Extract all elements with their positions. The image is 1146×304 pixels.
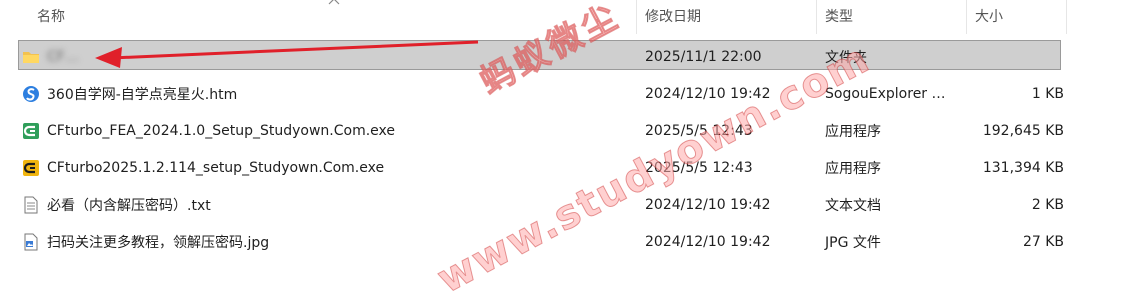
column-header-date[interactable]: 修改日期	[637, 0, 817, 34]
file-type: 应用程序	[825, 160, 881, 177]
sort-ascending-icon	[328, 0, 340, 5]
file-name: 360自学网-自学点亮星火.htm	[47, 86, 238, 103]
file-row-folder[interactable]: CF… 2025/11/1 22:00 文件夹	[0, 38, 1146, 75]
file-row[interactable]: 扫码关注更多教程，领解压密码.jpg 2024/12/10 19:42 JPG …	[0, 223, 1146, 260]
file-name: CF…	[47, 48, 79, 65]
file-date: 2024/12/10 19:42	[645, 85, 771, 102]
file-row[interactable]: 必看（内含解压密码）.txt 2024/12/10 19:42 文本文档 2 K…	[0, 186, 1146, 223]
file-name: CFturbo2025.1.2.114_setup_Studyown.Com.e…	[47, 159, 385, 176]
file-type: 应用程序	[825, 123, 881, 140]
file-type: SogouExplorer …	[825, 85, 946, 102]
file-size: 192,645 KB	[982, 122, 1064, 139]
sogou-explorer-icon	[23, 85, 39, 102]
file-date: 2024/12/10 19:42	[645, 196, 771, 213]
column-header-name-label: 名称	[37, 9, 65, 25]
file-size: 131,394 KB	[982, 159, 1064, 176]
file-size: 27 KB	[1022, 233, 1064, 250]
column-header-name[interactable]: 名称	[0, 0, 637, 34]
file-type: 文件夹	[825, 49, 867, 66]
file-row[interactable]: CFturbo_FEA_2024.1.0_Setup_Studyown.Com.…	[0, 112, 1146, 149]
file-date: 2025/5/5 12:43	[645, 122, 753, 139]
file-list: CF… 2025/11/1 22:00 文件夹 360自学网-自学点亮星火.ht…	[0, 38, 1146, 260]
file-row[interactable]: 360自学网-自学点亮星火.htm 2024/12/10 19:42 Sogou…	[0, 75, 1146, 112]
file-date: 2025/5/5 12:43	[645, 159, 753, 176]
file-size: 2 KB	[1031, 196, 1064, 213]
file-type: JPG 文件	[825, 234, 881, 251]
file-date: 2024/12/10 19:42	[645, 233, 771, 250]
file-type: 文本文档	[825, 197, 881, 214]
file-date: 2025/11/1 22:00	[645, 48, 762, 65]
file-row[interactable]: CFturbo2025.1.2.114_setup_Studyown.Com.e…	[0, 149, 1146, 186]
file-name: 必看（内含解压密码）.txt	[47, 197, 211, 214]
cfturbo-green-icon	[23, 122, 39, 139]
text-file-icon	[24, 196, 38, 213]
cfturbo-yellow-icon	[23, 159, 39, 176]
column-header-type[interactable]: 类型	[817, 0, 967, 34]
file-name: 扫码关注更多教程，领解压密码.jpg	[47, 234, 270, 251]
folder-icon	[23, 51, 39, 63]
column-header-type-label: 类型	[825, 9, 853, 25]
column-header-size[interactable]: 大小	[967, 0, 1067, 34]
column-header-size-label: 大小	[975, 9, 1003, 25]
file-name: CFturbo_FEA_2024.1.0_Setup_Studyown.Com.…	[47, 122, 395, 139]
image-file-icon	[24, 233, 38, 250]
column-header-date-label: 修改日期	[645, 9, 701, 25]
file-size: 1 KB	[1031, 85, 1064, 102]
column-header-bar: 名称 修改日期 类型 大小	[0, 0, 1146, 34]
